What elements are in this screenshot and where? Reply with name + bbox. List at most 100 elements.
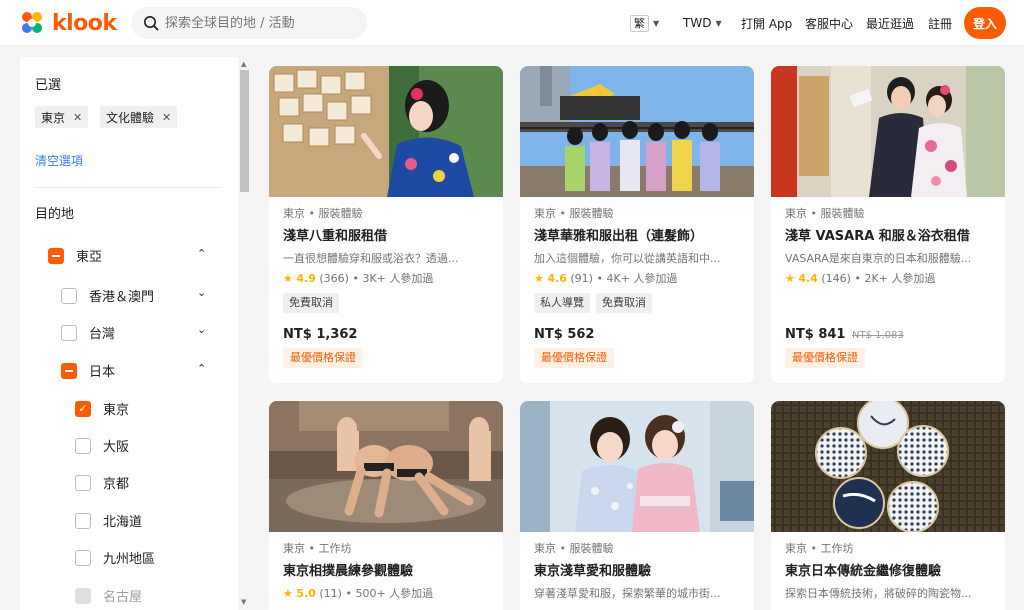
card-description: VASARA是來自東京的日本和服體驗... <box>785 252 972 265</box>
card-category: 東京 • 服裝體驗 <box>283 207 363 220</box>
card-rating: ★ 4.9 (366) • 3K+ 人參加過 <box>283 271 489 287</box>
card-title[interactable]: 淺草華雅和服出租（連髮飾） <box>534 228 740 246</box>
filter-label: 京都 <box>103 477 130 492</box>
filter-label: 日本 <box>89 365 116 380</box>
booked-count: • 2K+ 人參加過 <box>854 272 936 285</box>
filter-kyoto[interactable]: 京都 <box>75 473 129 492</box>
checkbox-partial[interactable] <box>61 362 77 379</box>
card-title[interactable]: 東京淺草愛和服體驗 <box>534 563 740 581</box>
checkbox[interactable] <box>75 549 91 566</box>
activity-card[interactable]: 東京 • 工作坊 東京相撲晨練參觀體驗 ★ 5.0 (11) • 500+ 人參… <box>269 401 503 610</box>
currency-label: TWD <box>683 16 712 30</box>
filter-hk-macau[interactable]: 香港＆澳門 <box>61 286 154 305</box>
open-app-link[interactable]: 打開 App <box>741 0 792 46</box>
filter-hokkaido[interactable]: 北海道 <box>75 511 142 530</box>
card-category: 東京 • 服裝體驗 <box>785 207 865 220</box>
destination-title: 目的地 <box>35 207 75 222</box>
filter-east-asia[interactable]: 東亞 <box>48 246 102 265</box>
card-title[interactable]: 淺草 VASARA 和服＆浴衣租借 <box>785 228 991 246</box>
card-image[interactable] <box>520 401 754 532</box>
recently-viewed-link[interactable]: 最近逛過 <box>866 0 914 46</box>
filter-label: 大阪 <box>103 440 130 455</box>
booked-count: • 4K+ 人參加過 <box>596 272 678 285</box>
search-input[interactable] <box>165 15 355 31</box>
filter-sidebar: 已選 東京 ✕ 文化體驗 ✕ 清空選項 目的地 東亞 ⌃ 香港＆澳門 ⌄ 台灣 … <box>20 57 238 610</box>
checkbox-checked[interactable]: ✓ <box>75 400 91 417</box>
filter-label: 九州地區 <box>103 552 156 567</box>
divider <box>35 187 221 188</box>
sidebar-scroll-thumb[interactable] <box>240 70 249 192</box>
activity-card[interactable]: 東京 • 服裝體驗 東京淺草愛和服體驗 穿著淺草愛和服，探索繁華的城市街... <box>520 401 754 610</box>
card-category: 東京 • 服裝體驗 <box>534 542 614 555</box>
card-description: 加入這個體驗，你可以從講英語和中... <box>534 252 721 265</box>
kimono-couple-image <box>771 66 1005 197</box>
card-description: 探索日本傳統技術，將破碎的陶瓷物... <box>785 587 972 600</box>
checkbox[interactable] <box>61 324 77 341</box>
scroll-down-icon[interactable]: ▼ <box>241 598 246 606</box>
checkbox[interactable] <box>75 512 91 529</box>
kintsugi-plates-image <box>771 401 1005 532</box>
card-image[interactable] <box>520 66 754 197</box>
filter-kyushu[interactable]: 九州地區 <box>75 548 155 567</box>
scroll-up-icon[interactable]: ▲ <box>241 60 246 68</box>
card-title[interactable]: 淺草八重和服租借 <box>283 228 489 246</box>
card-price: NT$ 562 <box>534 327 594 342</box>
klook-logo-icon <box>22 12 42 33</box>
card-category: 東京 • 工作坊 <box>785 542 854 555</box>
filter-osaka[interactable]: 大阪 <box>75 436 129 455</box>
kimono-shrine-image <box>269 66 503 197</box>
close-icon[interactable]: ✕ <box>162 111 171 124</box>
chevron-up-icon[interactable]: ⌃ <box>197 247 206 260</box>
card-rating: ★ 4.6 (91) • 4K+ 人參加過 <box>534 271 740 287</box>
rating-score: 5.0 <box>296 587 316 600</box>
language-selector[interactable]: 繁 ▼ <box>630 0 659 46</box>
close-icon[interactable]: ✕ <box>73 111 82 124</box>
card-badges: 免費取消 <box>283 293 489 313</box>
activity-card[interactable]: 東京 • 服裝體驗 淺草八重和服租借 一直很想體驗穿和服或浴衣？透過... ★ … <box>269 66 503 383</box>
chevron-down-icon[interactable]: ⌄ <box>197 323 206 336</box>
card-rating: ★ 5.0 (11) • 500+ 人參加過 <box>283 586 489 602</box>
checkbox-partial[interactable] <box>48 247 64 264</box>
card-image[interactable] <box>771 401 1005 532</box>
card-image[interactable] <box>771 66 1005 197</box>
best-price-badge: 最優價格保證 <box>534 348 614 368</box>
chevron-down-icon[interactable]: ⌄ <box>197 286 206 299</box>
chevron-down-icon: ▼ <box>653 18 660 28</box>
sumo-image <box>269 401 503 532</box>
filter-tokyo[interactable]: ✓ 東京 <box>75 399 129 418</box>
card-category: 東京 • 服裝體驗 <box>534 207 614 220</box>
filter-japan[interactable]: 日本 <box>61 361 115 380</box>
register-link[interactable]: 註冊 <box>928 0 952 46</box>
review-count: (366) <box>319 272 349 285</box>
card-price: NT$ 1,362 <box>283 327 357 342</box>
original-price: NT$ 1,083 <box>852 330 904 341</box>
top-header: klook 繁 ▼ TWD ▼ 打開 App 客服中心 最近逛過 註冊 登入 <box>0 0 1024 46</box>
checkbox[interactable] <box>75 474 91 491</box>
card-category: 東京 • 工作坊 <box>283 542 352 555</box>
card-image[interactable] <box>269 66 503 197</box>
activity-card[interactable]: 東京 • 工作坊 東京日本傳統金繼修復體驗 探索日本傳統技術，將破碎的陶瓷物..… <box>771 401 1005 610</box>
card-title[interactable]: 東京相撲晨練參觀體驗 <box>283 563 489 581</box>
review-count: (11) <box>319 587 342 600</box>
card-badges: 私人導覽 免費取消 <box>534 293 740 313</box>
klook-logo[interactable]: klook <box>18 9 117 37</box>
activity-card[interactable]: 東京 • 服裝體驗 淺草 VASARA 和服＆浴衣租借 VASARA是來自東京的… <box>771 66 1005 383</box>
clear-selection-link[interactable]: 清空選項 <box>35 152 83 169</box>
checkbox[interactable] <box>61 287 77 304</box>
chevron-up-icon[interactable]: ⌃ <box>197 362 206 375</box>
search-bar[interactable] <box>131 7 367 39</box>
selected-tag: 東京 ✕ <box>35 106 89 128</box>
filter-taiwan[interactable]: 台灣 <box>61 323 115 342</box>
login-button[interactable]: 登入 <box>964 7 1006 39</box>
rating-score: 4.4 <box>798 272 818 285</box>
currency-selector[interactable]: TWD ▼ <box>683 0 722 46</box>
checkbox[interactable] <box>75 437 91 454</box>
support-link[interactable]: 客服中心 <box>805 0 853 46</box>
star-icon: ★ <box>534 272 544 285</box>
kimono-group-image <box>520 66 754 197</box>
activity-card[interactable]: 東京 • 服裝體驗 淺草華雅和服出租（連髮飾） 加入這個體驗，你可以從講英語和中… <box>520 66 754 383</box>
booked-count: • 500+ 人參加過 <box>345 587 434 600</box>
card-title[interactable]: 東京日本傳統金繼修復體驗 <box>785 563 991 581</box>
card-image[interactable] <box>269 401 503 532</box>
card-description: 一直很想體驗穿和服或浴衣？透過... <box>283 252 459 265</box>
